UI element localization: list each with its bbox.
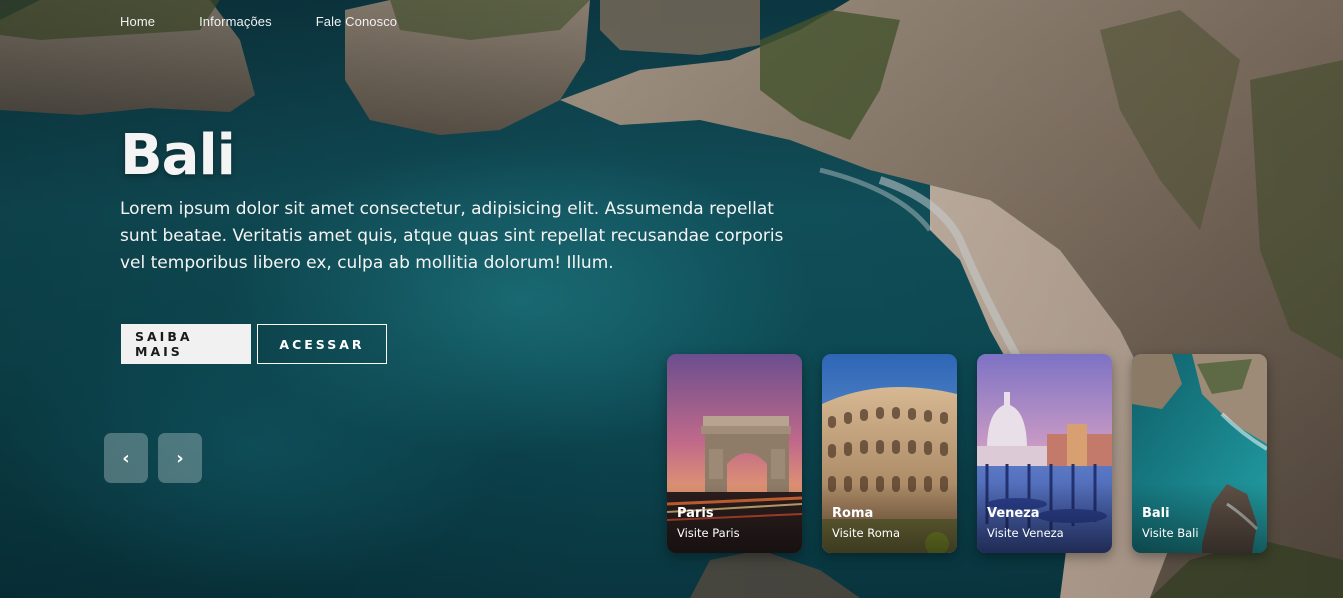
acessar-button[interactable]: ACESSAR <box>257 324 387 364</box>
card-veneza[interactable]: Veneza Visite Veneza <box>977 354 1112 553</box>
card-title: Paris <box>677 506 714 521</box>
card-title: Roma <box>832 506 874 521</box>
card-caption: Bali Visite Bali <box>1142 506 1199 542</box>
hero-title: Bali <box>120 123 236 188</box>
hero-actions: SAIBA MAIS ACESSAR <box>121 324 387 364</box>
card-roma[interactable]: Roma Visite Roma <box>822 354 957 553</box>
card-subtitle: Visite Bali <box>1142 526 1199 540</box>
top-navigation: Home Informações Fale Conosco <box>120 14 441 29</box>
next-slide-button[interactable]: › <box>158 433 202 483</box>
card-title: Veneza <box>987 506 1040 521</box>
card-subtitle: Visite Paris <box>677 526 740 540</box>
hero-content: Bali Lorem ipsum dolor sit amet consecte… <box>120 122 790 277</box>
nav-item-fale-conosco[interactable]: Fale Conosco <box>316 14 397 29</box>
card-paris[interactable]: Paris Visite Paris <box>667 354 802 553</box>
slider-controls: ‹ › <box>104 433 202 483</box>
saiba-mais-button[interactable]: SAIBA MAIS <box>121 324 251 364</box>
nav-item-informacoes[interactable]: Informações <box>199 14 272 29</box>
card-caption: Veneza Visite Veneza <box>987 506 1064 542</box>
card-subtitle: Visite Roma <box>832 526 900 540</box>
prev-slide-button[interactable]: ‹ <box>104 433 148 483</box>
destination-cards: Paris Visite Paris Roma Visite Roma Vene… <box>667 354 1267 553</box>
card-subtitle: Visite Veneza <box>987 526 1064 540</box>
card-caption: Roma Visite Roma <box>832 506 900 542</box>
chevron-right-icon: › <box>176 447 184 469</box>
chevron-left-icon: ‹ <box>122 447 130 469</box>
card-bali[interactable]: Bali Visite Bali <box>1132 354 1267 553</box>
card-caption: Paris Visite Paris <box>677 506 740 542</box>
nav-item-home[interactable]: Home <box>120 14 155 29</box>
hero-description: Lorem ipsum dolor sit amet consectetur, … <box>120 199 784 273</box>
card-title: Bali <box>1142 506 1170 521</box>
